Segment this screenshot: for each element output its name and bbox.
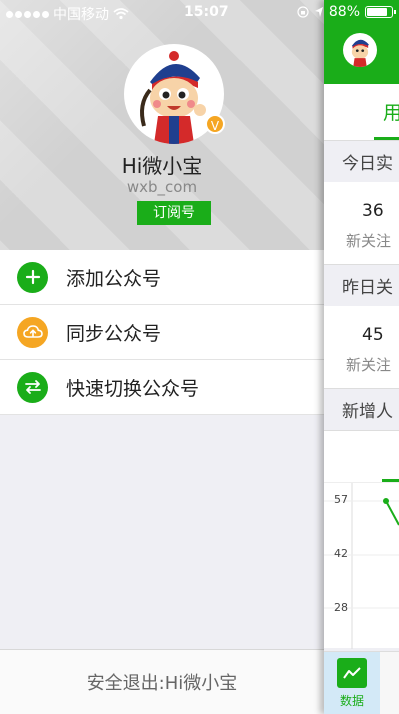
side-drawer: V Hi微小宝 wxb_com 订阅号 添加公众号 同步公众号 快速切换公众号 … — [0, 0, 324, 714]
yesterday-new-follow-value: 45 — [362, 325, 384, 345]
panel-avatar[interactable] — [343, 33, 377, 67]
account-id: wxb_com — [126, 178, 198, 196]
bottom-tab-bar: 数据 — [324, 651, 399, 714]
main-panel-peek[interactable]: 用 今日实 36 新关注 昨日关 45 新关注 新增人 57 42 28 数据 — [324, 0, 399, 714]
today-stat: 36 新关注 — [324, 182, 399, 264]
location-arrow-icon — [314, 7, 323, 17]
growth-section-header: 新增人 — [324, 388, 399, 430]
yesterday-new-follow-label: 新关注 — [346, 356, 392, 374]
add-account-label: 添加公众号 — [66, 267, 162, 290]
chart-series-line — [385, 500, 399, 526]
clock: 15:07 — [184, 4, 229, 20]
chart-point — [383, 498, 389, 504]
logout-button[interactable]: 安全退出:Hi微小宝 — [0, 649, 324, 714]
tab-indicator — [374, 137, 399, 140]
switch-icon — [17, 371, 48, 403]
sync-account-label: 同步公众号 — [66, 322, 162, 345]
chart-tabs — [324, 430, 399, 482]
rotation-lock-icon — [297, 6, 309, 18]
y-tick-28: 28 — [334, 601, 348, 614]
drawer-menu: 添加公众号 同步公众号 快速切换公众号 — [0, 250, 324, 415]
y-tick-42: 42 — [334, 547, 348, 560]
today-new-follow-value: 36 — [362, 201, 384, 221]
wifi-icon — [113, 8, 129, 20]
add-account-item[interactable]: 添加公众号 — [0, 250, 324, 305]
yesterday-section-header: 昨日关 — [324, 264, 399, 306]
profile-header: V Hi微小宝 wxb_com 订阅号 — [0, 0, 324, 250]
account-name: Hi微小宝 — [121, 154, 203, 178]
carrier-name: 中国移动 — [53, 7, 109, 23]
tab-data[interactable]: 数据 — [324, 652, 380, 714]
today-section-header: 今日实 — [324, 140, 399, 182]
carrier-info: 中国移动 — [6, 4, 129, 24]
line-chart-icon — [337, 658, 367, 688]
status-bar: 中国移动 15:07 88% — [0, 0, 399, 26]
sync-account-item[interactable]: 同步公众号 — [0, 305, 324, 360]
plus-icon — [17, 261, 48, 293]
tab-users[interactable]: 用 — [383, 98, 399, 125]
growth-chart: 57 42 28 — [324, 482, 399, 649]
yesterday-stat: 45 新关注 — [324, 306, 399, 388]
cloud-sync-icon — [17, 316, 48, 348]
battery-percent: 88% — [328, 4, 360, 20]
account-type-badge: 订阅号 — [137, 201, 211, 225]
verified-badge: V — [205, 114, 225, 134]
y-tick-57: 57 — [334, 493, 348, 506]
signal-icon — [6, 10, 49, 18]
tab-data-label: 数据 — [339, 694, 364, 708]
battery-icon — [365, 6, 396, 18]
today-new-follow-label: 新关注 — [346, 232, 392, 250]
switch-account-item[interactable]: 快速切换公众号 — [0, 360, 324, 415]
switch-account-label: 快速切换公众号 — [66, 377, 200, 400]
panel-tabs: 用 — [324, 84, 399, 140]
status-right: 88% — [297, 4, 396, 20]
